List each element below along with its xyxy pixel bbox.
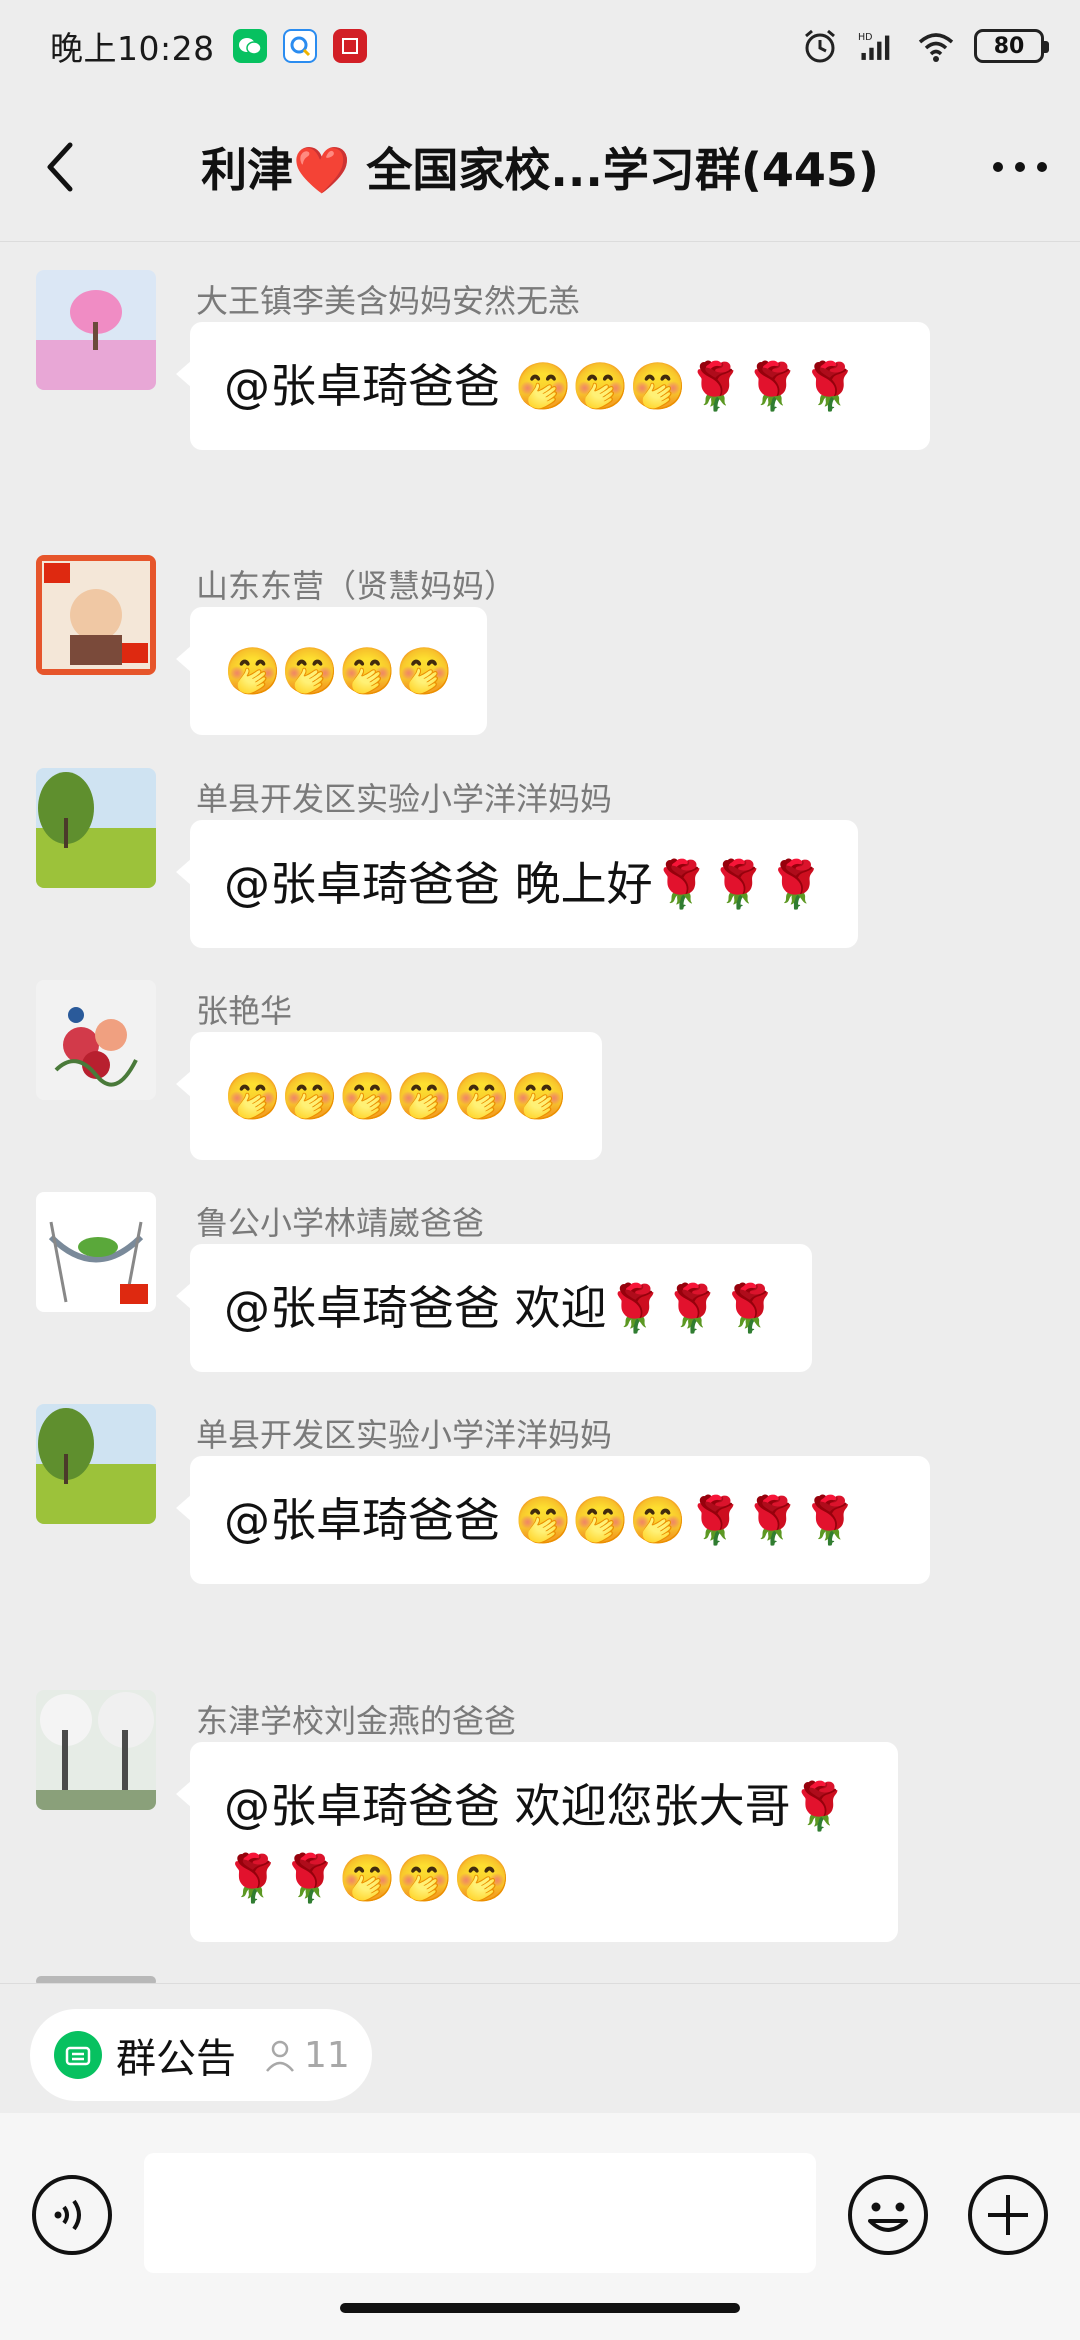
avatar[interactable] (36, 1690, 156, 1810)
voice-input-button[interactable] (30, 2173, 114, 2257)
avatar[interactable] (36, 1976, 156, 1983)
sender-name: 大王镇李美含妈妈安然无恙 (196, 282, 581, 320)
peony-painting-avatar-image (36, 980, 156, 1100)
avatar[interactable] (36, 980, 156, 1100)
message-bubble[interactable]: @张卓琦爸爸 欢迎您张大哥🌹🌹🌹🤭🤭🤭 (176, 1742, 898, 1942)
status-time: 晚上10:28 (50, 29, 215, 68)
voice-icon (32, 2175, 112, 2255)
search-notification-icon (282, 29, 317, 63)
sender-name: 鲁公小学林靖崴爸爸 (196, 1204, 485, 1242)
signal-icon: HD (858, 32, 890, 60)
chat-title: 利津❤️ 全国家校...学习群(445) (201, 142, 879, 197)
pink-tree-avatar-image (36, 270, 156, 390)
group-notice-button[interactable]: 群公告 11 (30, 2009, 372, 2101)
avatar[interactable] (36, 768, 156, 888)
chat-input-bar (0, 2113, 1080, 2340)
message-bubble[interactable]: @张卓琦爸爸 欢迎🌹🌹🌹 (175, 1244, 813, 1372)
member-count: 11 (304, 2034, 350, 2076)
avatar[interactable] (36, 270, 156, 390)
blossom-trees-avatar-image (36, 1690, 156, 1810)
sender-name: 单县开发区实验小学洋洋妈妈 (196, 1416, 613, 1454)
more-functions-button[interactable] (966, 2173, 1050, 2257)
notice-icon (54, 2031, 102, 2079)
meadow-avatar-image (36, 768, 156, 888)
sender-name: 张艳华 (196, 992, 293, 1030)
battery-level: 80 (993, 33, 1025, 59)
home-indicator[interactable] (340, 2303, 740, 2313)
notice-label: 群公告 (116, 2036, 236, 2082)
message-bubble[interactable]: @张卓琦爸爸 🤭🤭🤭🌹🌹🌹 (176, 322, 930, 450)
message-bubble[interactable]: @张卓琦爸爸 🤭🤭🤭🌹🌹🌹 (176, 1456, 930, 1584)
avatar[interactable] (36, 555, 156, 675)
more-dots-icon (993, 161, 1047, 172)
smiley-icon (848, 2175, 928, 2255)
wifi-icon (918, 33, 954, 62)
message-bubble[interactable]: @张卓琦爸爸 晚上好🌹🌹🌹 (175, 820, 859, 948)
avatar[interactable] (36, 1192, 156, 1312)
study-app-notification-icon (332, 29, 367, 63)
child-photo-avatar-image (36, 555, 156, 675)
message-bubble[interactable]: 🤭🤭🤭🤭 (175, 607, 488, 735)
group-notice-strip: 群公告 11 (0, 1983, 1080, 2113)
hammock-cartoon-avatar-image (36, 1192, 156, 1312)
wechat-notification-icon (232, 29, 267, 63)
message-input[interactable] (144, 2153, 816, 2273)
emoji-button[interactable] (846, 2173, 930, 2257)
message-list[interactable]: 大王镇李美含妈妈安然无恙 @张卓琦爸爸 🤭🤭🤭🌹🌹🌹 山东东营（贤慧妈妈） 🤭🤭… (0, 243, 1080, 1983)
chat-header: 利津❤️ 全国家校...学习群(445) (0, 92, 1080, 242)
alarm-icon (805, 29, 835, 63)
person-icon (262, 2037, 298, 2073)
meadow-avatar-image (36, 1404, 156, 1524)
back-button[interactable] (0, 92, 120, 241)
chevron-left-icon (47, 142, 73, 191)
signal-hd-label: HD (858, 32, 873, 43)
sender-name: 山东东营（贤慧妈妈） (196, 567, 517, 605)
battery-icon: 80 (974, 29, 1049, 63)
message-bubble[interactable]: 🤭🤭🤭🤭🤭🤭 (176, 1032, 602, 1160)
avatar[interactable] (36, 1404, 156, 1524)
notification-icons (232, 29, 367, 63)
sender-name: 东津学校刘金燕的爸爸 (196, 1702, 517, 1740)
sender-name: 单县开发区实验小学洋洋妈妈 (196, 780, 613, 818)
plus-icon (968, 2175, 1048, 2255)
more-options-button[interactable] (960, 92, 1080, 241)
status-bar: 晚上10:28 HD 80 (0, 0, 1080, 92)
